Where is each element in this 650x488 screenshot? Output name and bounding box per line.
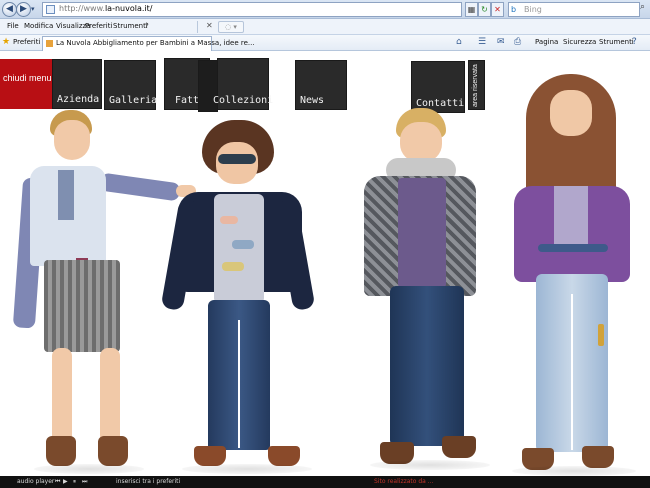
search-placeholder: Bing	[524, 5, 542, 14]
kid-figure-3	[360, 108, 490, 476]
kid4-keychain-icon	[598, 324, 604, 346]
kid4-tshirt	[554, 186, 588, 246]
favorites-bar: ★ Preferiti La Nuvola Abbigliamento per …	[0, 35, 650, 51]
kid1-tshirt	[58, 170, 74, 220]
kid1-right-leg	[100, 348, 120, 448]
kid3-jeans	[390, 286, 464, 446]
kid2-jeans-gap	[238, 320, 240, 448]
nav-area-riservata[interactable]: area riservata	[468, 60, 485, 110]
kid2-print-glasses-1	[220, 216, 238, 224]
kid4-scarf-belt	[538, 244, 608, 252]
kid3-face	[400, 122, 442, 162]
command-tools[interactable]: Strumenti	[599, 38, 634, 46]
print-icon[interactable]: ⎙	[514, 37, 521, 47]
help-icon[interactable]: ?	[632, 37, 637, 47]
url-domain: la-nuvola.it/	[104, 4, 153, 13]
kid1-left-leg	[52, 348, 72, 448]
close-menu-button[interactable]: chiudi menu	[0, 59, 52, 109]
nav-contatti[interactable]: Contatti	[411, 61, 465, 113]
history-dropdown-icon[interactable]: ▾	[31, 5, 35, 13]
nav-galleria[interactable]: Galleria	[104, 60, 158, 110]
nav-azienda-label: Azienda	[57, 94, 100, 105]
menu-strumenti[interactable]: Strumenti	[113, 22, 148, 30]
kid1-right-sandal	[98, 436, 128, 466]
url-prefix: http://www.	[59, 4, 105, 13]
stop-icon[interactable]: ✕	[491, 2, 504, 17]
favorites-label[interactable]: Preferiti	[13, 38, 40, 46]
search-box[interactable]: b Bing ⌕	[508, 2, 645, 17]
kid2-right-sandal	[268, 446, 300, 466]
browser-toolbar: ◀ ▶ ▾ http://www.la-nuvola.it/ ▦ ↻ ✕ b B…	[0, 0, 650, 19]
kid3-shadow	[370, 460, 490, 470]
back-icon[interactable]: ◀	[2, 2, 17, 17]
kid1-shorts	[44, 260, 120, 352]
kid4-jeans-gap	[571, 294, 573, 450]
kid2-left-sandal	[194, 446, 226, 466]
site-credit-link[interactable]: Sito realizzato da ...	[374, 478, 433, 485]
new-tab-button[interactable]: ◌ ▾	[218, 21, 244, 33]
menu-separator	[197, 21, 198, 33]
kid4-shadow	[512, 466, 636, 476]
menu-file[interactable]: File	[7, 22, 19, 30]
add-to-favorites-link[interactable]: inserisci tra i preferiti	[116, 478, 180, 485]
address-url[interactable]: http://www.la-nuvola.it/	[59, 4, 152, 13]
web-page: chiudi menu Azienda Galleria Fatti I Col…	[0, 52, 650, 476]
tab-la-nuvola[interactable]: La Nuvola Abbigliamento per Bambini a Ma…	[42, 36, 255, 51]
menu-bar: File Modifica Visualizza Preferiti Strum…	[0, 19, 650, 35]
kid2-shadow	[182, 464, 312, 474]
tab-title: La Nuvola Abbigliamento per Bambini a Ma…	[56, 39, 255, 47]
feeds-icon[interactable]: ☰	[478, 37, 486, 47]
kid1-shadow	[34, 464, 144, 474]
bing-icon: b	[511, 5, 517, 14]
kid3-purple-tshirt	[398, 178, 446, 288]
nav-azienda[interactable]: Azienda	[52, 59, 102, 109]
command-page[interactable]: Pagina	[535, 38, 558, 46]
nav-news[interactable]: News	[295, 60, 347, 110]
command-security[interactable]: Sicurezza	[563, 38, 596, 46]
kid2-print-glasses-2	[232, 240, 254, 249]
nav-collezioni-label: Collezioni	[213, 95, 274, 106]
menu-help[interactable]: ?	[145, 22, 149, 30]
pause-icon[interactable]: ⏸	[73, 478, 76, 486]
nav-galleria-label: Galleria	[109, 95, 158, 106]
kid2-sunglasses-icon	[218, 154, 256, 164]
close-menu-label: chiudi menu	[3, 73, 52, 83]
kid3-right-sandal	[442, 436, 476, 458]
nav-collezioni[interactable]: Collezioni	[213, 58, 273, 110]
menu-modifica[interactable]: Modifica	[24, 22, 53, 30]
page-favicon-icon	[46, 5, 55, 14]
next-track-icon[interactable]: ⏭	[82, 478, 87, 486]
search-icon[interactable]: ⌕	[640, 2, 650, 17]
nav-news-label: News	[300, 95, 325, 106]
kid4-face	[550, 90, 592, 136]
kid1-left-sandal	[46, 436, 76, 466]
address-bar[interactable]: http://www.la-nuvola.it/	[42, 2, 462, 17]
refresh-icon[interactable]: ↻	[478, 2, 491, 17]
area-riservata-label: area riservata	[472, 64, 479, 107]
kid-figure-4	[508, 74, 638, 476]
prev-track-icon[interactable]: ⏮	[55, 478, 60, 486]
play-icon[interactable]: ▶	[63, 478, 68, 485]
close-tab-icon[interactable]: ✕	[206, 21, 213, 30]
audio-player-label: audio player	[17, 478, 55, 485]
kid4-right-sandal	[582, 446, 614, 468]
forward-icon[interactable]: ▶	[16, 2, 31, 17]
kid-figure-2	[160, 120, 318, 476]
mail-icon[interactable]: ✉	[497, 37, 505, 47]
site-footer-bar: audio player ⏮ ▶ ⏸ ⏭ inserisci tra i pre…	[0, 476, 650, 488]
kid2-printed-tshirt	[214, 194, 264, 304]
tab-favicon-icon	[46, 40, 53, 47]
menu-preferiti[interactable]: Preferiti	[85, 22, 112, 30]
favorites-star-icon[interactable]: ★	[2, 37, 10, 47]
kid2-print-glasses-3	[222, 262, 244, 271]
kid1-face	[54, 120, 90, 160]
compatibility-icon[interactable]: ▦	[465, 2, 478, 17]
home-icon[interactable]: ⌂	[456, 37, 462, 47]
